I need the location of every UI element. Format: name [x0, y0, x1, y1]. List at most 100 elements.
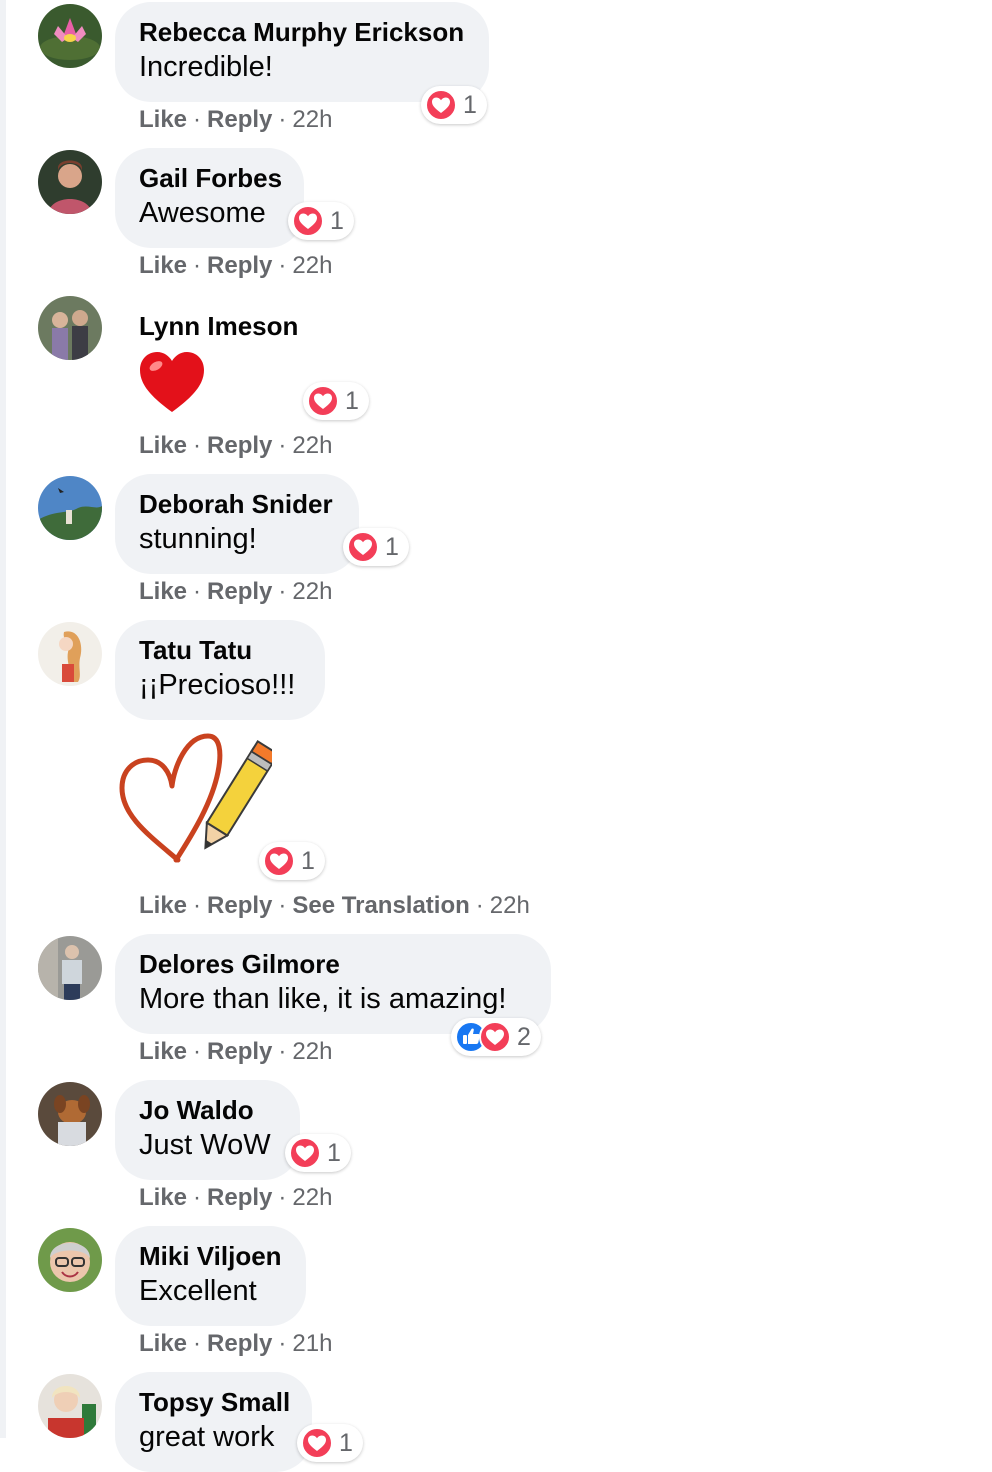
- avatar[interactable]: [38, 936, 102, 1000]
- avatar[interactable]: [38, 622, 102, 686]
- like-link[interactable]: Like: [139, 432, 187, 459]
- see-translation-link[interactable]: See Translation: [292, 892, 469, 919]
- reply-link[interactable]: Reply: [207, 892, 272, 919]
- separator: ·: [278, 106, 287, 133]
- reaction-count: 1: [301, 846, 315, 875]
- author-name[interactable]: Deborah Snider: [139, 488, 335, 520]
- separator: ·: [278, 1184, 287, 1211]
- author-name[interactable]: Miki Viljoen: [139, 1240, 282, 1272]
- separator: ·: [193, 252, 202, 279]
- author-name[interactable]: Topsy Small: [139, 1386, 290, 1418]
- separator: ·: [193, 892, 202, 919]
- timestamp[interactable]: 22h: [292, 1038, 332, 1065]
- avatar[interactable]: [38, 1374, 102, 1438]
- comment-actions: Like · Reply · 22h: [139, 252, 332, 280]
- comment-text: stunning!: [139, 523, 257, 555]
- author-name[interactable]: Tatu Tatu: [139, 634, 301, 666]
- author-name[interactable]: Gail Forbes: [139, 162, 282, 194]
- separator: ·: [278, 432, 287, 459]
- like-link[interactable]: Like: [139, 1038, 187, 1065]
- heart-pencil-sticker-icon: [119, 733, 272, 863]
- love-reaction-icon: [289, 1137, 321, 1169]
- comment-bubble: Tatu Tatu ¡¡Precioso!!!: [115, 620, 325, 720]
- avatar[interactable]: [38, 1082, 102, 1146]
- comment-actions: Like · Reply · 22h: [139, 1038, 332, 1066]
- love-reaction-icon: [425, 89, 457, 121]
- reply-link[interactable]: Reply: [207, 432, 272, 459]
- separator: ·: [193, 1184, 202, 1211]
- reaction-badge[interactable]: 1: [297, 1424, 363, 1462]
- reaction-badge[interactable]: 1: [421, 86, 487, 124]
- timestamp[interactable]: 22h: [292, 252, 332, 279]
- comment-text: Just WoW: [139, 1129, 271, 1161]
- avatar[interactable]: [38, 150, 102, 214]
- reaction-count: 1: [339, 1428, 353, 1457]
- comment-text: Excellent: [139, 1275, 257, 1307]
- comment-actions: Like · Reply · 21h: [139, 1330, 332, 1358]
- reply-link[interactable]: Reply: [207, 1330, 272, 1357]
- reaction-badge[interactable]: 1: [343, 528, 409, 566]
- separator: ·: [193, 578, 202, 605]
- author-name[interactable]: Delores Gilmore: [139, 948, 527, 980]
- author-name[interactable]: Jo Waldo: [139, 1094, 276, 1126]
- reply-link[interactable]: Reply: [207, 252, 272, 279]
- reaction-count: 1: [385, 532, 399, 561]
- comment-text: great work: [139, 1421, 275, 1453]
- like-link[interactable]: Like: [139, 892, 187, 919]
- reply-link[interactable]: Reply: [207, 1184, 272, 1211]
- reply-link[interactable]: Reply: [207, 578, 272, 605]
- comment-bubble: Jo Waldo Just WoW: [115, 1080, 300, 1180]
- reaction-badge[interactable]: 1: [259, 842, 325, 880]
- separator: ·: [193, 106, 202, 133]
- separator: ·: [193, 1330, 202, 1357]
- like-link[interactable]: Like: [139, 1184, 187, 1211]
- separator: ·: [278, 1330, 287, 1357]
- timestamp[interactable]: 22h: [292, 1184, 332, 1211]
- timestamp[interactable]: 21h: [292, 1330, 332, 1357]
- timestamp[interactable]: 22h: [292, 432, 332, 459]
- love-reaction-icon: [263, 845, 295, 877]
- reaction-count: 1: [345, 386, 359, 415]
- reaction-badge[interactable]: 1: [303, 382, 369, 420]
- love-reaction-icon: [307, 385, 339, 417]
- timestamp[interactable]: 22h: [490, 892, 530, 919]
- reaction-count: 1: [463, 90, 477, 119]
- comment-text: Awesome: [139, 197, 266, 229]
- comment-actions: Like · Reply · 22h: [139, 578, 332, 606]
- comment-actions: Like · Reply · 22h: [139, 106, 332, 134]
- comment-bubble: Topsy Small great work: [115, 1372, 312, 1472]
- comment-bubble: Lynn Imeson: [115, 296, 335, 341]
- comment-bubble: Deborah Snider stunning!: [115, 474, 359, 574]
- timestamp[interactable]: 22h: [292, 106, 332, 133]
- red-heart-emoji-icon: [140, 352, 204, 412]
- separator: ·: [193, 1038, 202, 1065]
- reaction-badge[interactable]: 2: [451, 1018, 541, 1056]
- reaction-count: 1: [330, 206, 344, 235]
- comment-actions: Like · Reply · 22h: [139, 1184, 332, 1212]
- separator: ·: [193, 432, 202, 459]
- avatar[interactable]: [38, 476, 102, 540]
- avatar[interactable]: [38, 4, 102, 68]
- separator: ·: [475, 892, 484, 919]
- like-link[interactable]: Like: [139, 106, 187, 133]
- comment-actions: Like · Reply · 22h: [139, 432, 332, 460]
- author-name[interactable]: Lynn Imeson: [139, 310, 311, 342]
- separator: ·: [278, 578, 287, 605]
- avatar[interactable]: [38, 1228, 102, 1292]
- reaction-count: 2: [517, 1022, 531, 1051]
- reaction-badge[interactable]: 1: [285, 1134, 351, 1172]
- author-name[interactable]: Rebecca Murphy Erickson: [139, 16, 465, 48]
- reply-link[interactable]: Reply: [207, 106, 272, 133]
- love-reaction-icon: [347, 531, 379, 563]
- like-link[interactable]: Like: [139, 252, 187, 279]
- like-link[interactable]: Like: [139, 1330, 187, 1357]
- avatar[interactable]: [38, 296, 102, 360]
- reply-link[interactable]: Reply: [207, 1038, 272, 1065]
- reaction-badge[interactable]: 1: [288, 202, 354, 240]
- like-link[interactable]: Like: [139, 578, 187, 605]
- separator: ·: [278, 1038, 287, 1065]
- reaction-count: 1: [327, 1138, 341, 1167]
- love-reaction-icon: [292, 205, 324, 237]
- timestamp[interactable]: 22h: [292, 578, 332, 605]
- comment-text: Incredible!: [139, 51, 273, 83]
